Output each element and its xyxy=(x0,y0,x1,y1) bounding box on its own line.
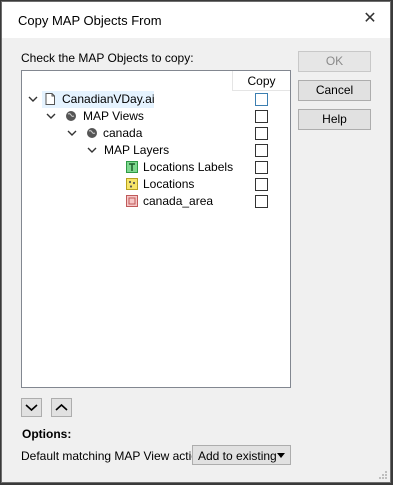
chevron-down-icon[interactable] xyxy=(87,144,97,156)
copy-checkbox[interactable] xyxy=(255,110,268,123)
copy-checkbox[interactable] xyxy=(255,161,268,174)
chevron-down-icon xyxy=(25,404,38,412)
text-layer-icon xyxy=(126,161,138,173)
chevron-up-icon xyxy=(55,403,68,411)
tree-item-locations-labels[interactable]: Locations Labels xyxy=(22,159,290,176)
matching-action-label: Default matching MAP View action: xyxy=(21,449,208,463)
options-heading: Options: xyxy=(22,427,72,441)
matching-action-value: Add to existing xyxy=(198,449,277,463)
close-button[interactable]: ✕ xyxy=(358,7,382,31)
move-up-button[interactable] xyxy=(51,398,72,417)
tree-item-label: CanadianVDay.ai xyxy=(62,92,155,106)
tree-item-label: canada_area xyxy=(143,194,214,208)
instruction-label: Check the MAP Objects to copy: xyxy=(21,51,194,65)
dialog-title: Copy MAP Objects From xyxy=(18,13,162,28)
map-objects-tree[interactable]: Copy CanadianVDay.ai MAP Views canada MA xyxy=(21,70,291,388)
move-down-button[interactable] xyxy=(21,398,42,417)
copy-checkbox[interactable] xyxy=(255,144,268,157)
globe-icon xyxy=(87,128,97,138)
dropdown-caret-icon xyxy=(277,453,285,458)
area-layer-icon xyxy=(126,195,138,207)
copy-column-header[interactable]: Copy xyxy=(232,71,290,91)
copy-checkbox[interactable] xyxy=(255,178,268,191)
tree-item-canada[interactable]: canada xyxy=(22,125,290,142)
tree-item-map-layers[interactable]: MAP Layers xyxy=(22,142,290,159)
copy-checkbox[interactable] xyxy=(255,195,268,208)
copy-map-objects-dialog: Copy MAP Objects From ✕ Check the MAP Ob… xyxy=(1,1,391,483)
tree-item-map-views[interactable]: MAP Views xyxy=(22,108,290,125)
tree-item-label: Locations xyxy=(143,177,195,191)
tree-item-label: Locations Labels xyxy=(143,160,234,174)
tree-item-canada-area[interactable]: canada_area xyxy=(22,193,290,210)
matching-action-select[interactable]: Add to existing xyxy=(192,445,291,465)
resize-grip-icon[interactable] xyxy=(378,470,388,480)
cancel-button[interactable]: Cancel xyxy=(298,80,371,101)
globe-icon xyxy=(66,111,76,121)
chevron-down-icon[interactable] xyxy=(28,93,38,105)
copy-checkbox[interactable] xyxy=(255,93,268,106)
document-icon xyxy=(45,93,55,105)
ok-button[interactable]: OK xyxy=(298,51,371,72)
copy-checkbox[interactable] xyxy=(255,127,268,140)
tree-item-label: MAP Layers xyxy=(104,143,170,157)
tree-item-label: canada xyxy=(103,126,143,140)
tree-item-document[interactable]: CanadianVDay.ai xyxy=(22,91,290,108)
title-bar: Copy MAP Objects From ✕ xyxy=(2,2,390,38)
point-layer-icon xyxy=(126,178,138,190)
help-button[interactable]: Help xyxy=(298,109,371,130)
tree-item-locations[interactable]: Locations xyxy=(22,176,290,193)
chevron-down-icon[interactable] xyxy=(46,110,56,122)
tree-item-label: MAP Views xyxy=(83,109,144,123)
chevron-down-icon[interactable] xyxy=(67,127,77,139)
